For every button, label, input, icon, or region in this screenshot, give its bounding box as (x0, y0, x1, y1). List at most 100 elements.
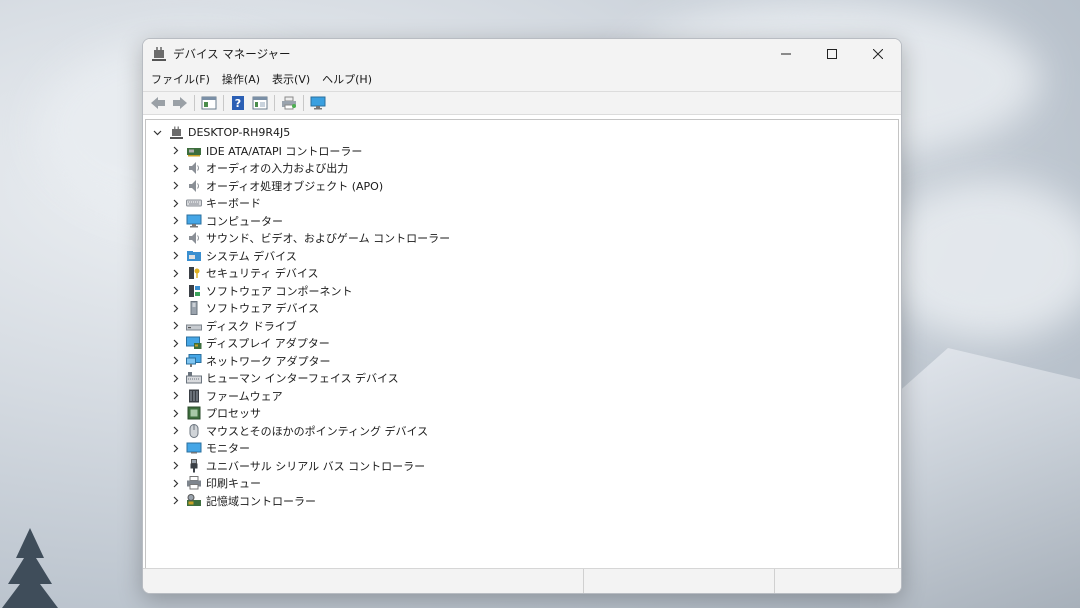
chevron-right-icon[interactable] (168, 354, 182, 368)
maximize-icon (827, 49, 837, 59)
computer-icon (186, 214, 202, 228)
back-button[interactable] (147, 93, 169, 113)
tree-item-software-components[interactable]: ソフトウェア コンポーネント (168, 282, 450, 300)
chevron-right-icon[interactable] (168, 179, 182, 193)
chevron-right-icon[interactable] (168, 459, 182, 473)
menu-action[interactable]: 操作(A) (216, 69, 266, 91)
tree-item-label: モニター (206, 442, 250, 456)
chevron-right-icon[interactable] (168, 441, 182, 455)
chevron-right-icon[interactable] (168, 476, 182, 490)
speaker-icon (186, 161, 202, 175)
scan-hardware-button[interactable] (307, 93, 329, 113)
menu-bar: ファイル(F) 操作(A) 表示(V) ヘルプ(H) (143, 69, 901, 91)
chevron-right-icon[interactable] (168, 301, 182, 315)
speaker-icon (186, 179, 202, 193)
toolbar-separator (223, 95, 224, 111)
chevron-right-icon[interactable] (168, 389, 182, 403)
tree-root-label: DESKTOP-RH9R4J5 (188, 126, 291, 139)
tree-item-print-queues[interactable]: 印刷キュー (168, 475, 450, 493)
toolbar-separator (194, 95, 195, 111)
tree-item-label: IDE ATA/ATAPI コントローラー (206, 144, 363, 158)
tree-item-human-interface-devices[interactable]: ヒューマン インターフェイス デバイス (168, 370, 450, 388)
help-icon: ? (232, 96, 244, 110)
toolbar: ? (143, 91, 901, 115)
status-cell-secondary (584, 569, 775, 593)
chevron-right-icon[interactable] (168, 196, 182, 210)
usb-icon (186, 458, 202, 473)
tree-item-keyboards[interactable]: キーボード (168, 195, 450, 213)
tree-item-label: プロセッサ (206, 407, 261, 421)
chevron-right-icon[interactable] (168, 336, 182, 350)
tree-item-usb-controllers[interactable]: ユニバーサル シリアル バス コントローラー (168, 457, 450, 475)
tree-item-security-devices[interactable]: セキュリティ デバイス (168, 265, 450, 283)
chevron-right-icon[interactable] (168, 424, 182, 438)
tree-item-label: ファームウェア (206, 389, 283, 403)
software-component-icon (186, 284, 202, 298)
processor-icon (186, 406, 202, 420)
forward-arrow-icon (173, 97, 187, 109)
background-tree (2, 528, 58, 608)
view-button[interactable] (249, 93, 271, 113)
monitor-scan-icon (310, 96, 326, 110)
chevron-right-icon[interactable] (168, 494, 182, 508)
tree-item-label: ネットワーク アダプター (206, 354, 331, 368)
help-button[interactable]: ? (227, 93, 249, 113)
tree-item-label: ソフトウェア デバイス (206, 302, 320, 316)
maximize-button[interactable] (809, 39, 855, 69)
tree-item-mice-pointing-devices[interactable]: マウスとそのほかのポインティング デバイス (168, 422, 450, 440)
keyboard-icon (186, 196, 202, 210)
speaker-icon (186, 231, 202, 245)
mouse-icon (186, 423, 202, 438)
properties-icon (201, 96, 217, 110)
tree-item-software-devices[interactable]: ソフトウェア デバイス (168, 300, 450, 318)
tree-root-node[interactable]: DESKTOP-RH9R4J5 (150, 124, 290, 141)
chevron-right-icon[interactable] (168, 214, 182, 228)
tree-item-audio-inputs-outputs[interactable]: オーディオの入力および出力 (168, 160, 450, 178)
title-bar[interactable]: デバイス マネージャー (143, 39, 901, 69)
tree-item-system-devices[interactable]: システム デバイス (168, 247, 450, 265)
tree-item-audio-processing-objects[interactable]: オーディオ処理オブジェクト (APO) (168, 177, 450, 195)
back-arrow-icon (151, 97, 165, 109)
chevron-right-icon[interactable] (168, 371, 182, 385)
chevron-right-icon[interactable] (168, 406, 182, 420)
printer-icon (186, 476, 202, 490)
tree-item-label: ユニバーサル シリアル バス コントローラー (206, 459, 426, 473)
device-tree[interactable]: DESKTOP-RH9R4J5 IDE ATA/ATAPI コントローラー オー… (145, 119, 899, 569)
tree-item-network-adapters[interactable]: ネットワーク アダプター (168, 352, 450, 370)
tree-item-label: サウンド、ビデオ、およびゲーム コントローラー (206, 232, 451, 246)
tree-item-label: オーディオの入力および出力 (206, 162, 349, 176)
tree-item-storage-controllers[interactable]: 記憶域コントローラー (168, 492, 450, 510)
tree-item-firmware[interactable]: ファームウェア (168, 387, 450, 405)
device-manager-icon (152, 47, 166, 61)
tree-item-processors[interactable]: プロセッサ (168, 405, 450, 423)
chevron-right-icon[interactable] (168, 144, 182, 158)
tree-item-computer[interactable]: コンピューター (168, 212, 450, 230)
chevron-right-icon[interactable] (168, 249, 182, 263)
chevron-right-icon[interactable] (168, 284, 182, 298)
menu-view[interactable]: 表示(V) (266, 69, 316, 91)
tree-item-monitors[interactable]: モニター (168, 440, 450, 458)
tree-item-display-adapters[interactable]: ディスプレイ アダプター (168, 335, 450, 353)
print-button[interactable] (278, 93, 300, 113)
tree-item-sound-video-game-controllers[interactable]: サウンド、ビデオ、およびゲーム コントローラー (168, 230, 450, 248)
chevron-right-icon[interactable] (168, 319, 182, 333)
status-cell-main (143, 569, 584, 593)
tree-item-disk-drives[interactable]: ディスク ドライブ (168, 317, 450, 335)
menu-file[interactable]: ファイル(F) (145, 69, 216, 91)
ide-controller-icon (186, 144, 202, 158)
menu-help[interactable]: ヘルプ(H) (316, 69, 378, 91)
minimize-icon (781, 53, 791, 55)
chevron-right-icon[interactable] (168, 161, 182, 175)
chevron-down-icon[interactable] (150, 126, 164, 140)
chevron-right-icon[interactable] (168, 231, 182, 245)
properties-button[interactable] (198, 93, 220, 113)
device-category-list: IDE ATA/ATAPI コントローラー オーディオの入力および出力 オーディ… (168, 142, 450, 510)
tree-item-label: システム デバイス (206, 249, 297, 263)
tree-item-label: ソフトウェア コンポーネント (206, 284, 353, 298)
minimize-button[interactable] (763, 39, 809, 69)
chevron-right-icon[interactable] (168, 266, 182, 280)
forward-button[interactable] (169, 93, 191, 113)
view-icon (252, 96, 268, 110)
tree-item-ide-controllers[interactable]: IDE ATA/ATAPI コントローラー (168, 142, 450, 160)
close-button[interactable] (855, 39, 901, 69)
